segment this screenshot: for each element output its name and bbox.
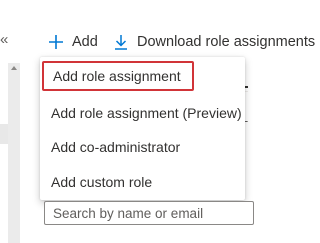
scroll-up-arrow-icon[interactable]	[11, 66, 17, 70]
menu-item-add-role-assignment[interactable]: Add role assignment	[42, 61, 194, 91]
download-icon	[115, 35, 127, 50]
left-scrollbar[interactable]	[8, 63, 20, 243]
search-input[interactable]	[44, 201, 254, 225]
menu-item-add-custom-role[interactable]: Add custom role	[40, 165, 245, 199]
add-button-label: Add	[72, 34, 98, 50]
plus-icon	[49, 35, 63, 49]
menu-item-add-role-assignment-preview[interactable]: Add role assignment (Preview)	[40, 96, 245, 130]
download-role-assignments-button[interactable]: Download role assignments	[113, 30, 315, 54]
download-button-label: Download role assignments	[137, 34, 316, 50]
command-bar: Add Download role assignments	[0, 0, 315, 60]
add-button[interactable]: Add	[48, 30, 98, 54]
add-dropdown-menu: Add role assignment Add role assignment …	[40, 57, 245, 200]
left-strip	[0, 124, 8, 144]
menu-item-add-co-administrator[interactable]: Add co-administrator	[40, 130, 245, 164]
